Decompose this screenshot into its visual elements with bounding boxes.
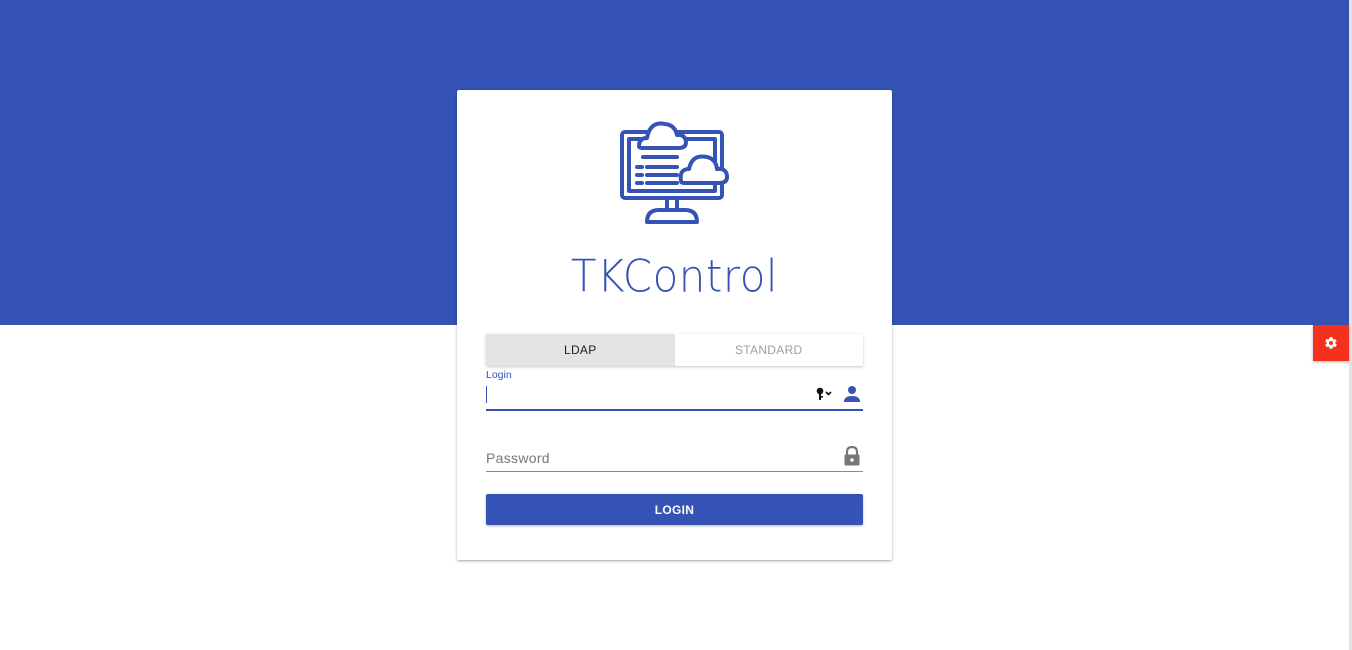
user-icon (844, 386, 860, 402)
login-label: Login (486, 369, 512, 381)
tab-standard[interactable]: STANDARD (674, 334, 863, 366)
auth-tabs: LDAP STANDARD (486, 334, 863, 366)
lock-icon (844, 446, 860, 466)
gear-icon (1325, 337, 1337, 349)
app-title: TKControl (570, 250, 779, 303)
password-field[interactable]: Password (486, 442, 863, 472)
password-placeholder: Password (486, 450, 550, 466)
key-dropdown-icon[interactable] (816, 387, 834, 401)
login-card: TKControl LDAP STANDARD Login Password L… (457, 90, 892, 560)
login-field[interactable]: Login (486, 369, 863, 411)
login-underline (486, 409, 863, 411)
password-underline (486, 471, 863, 472)
text-caret (486, 386, 487, 403)
settings-button[interactable] (1313, 325, 1349, 361)
tab-ldap[interactable]: LDAP (486, 334, 675, 366)
login-button[interactable]: LOGIN (486, 494, 863, 525)
monitor-cloud-icon (620, 121, 729, 224)
